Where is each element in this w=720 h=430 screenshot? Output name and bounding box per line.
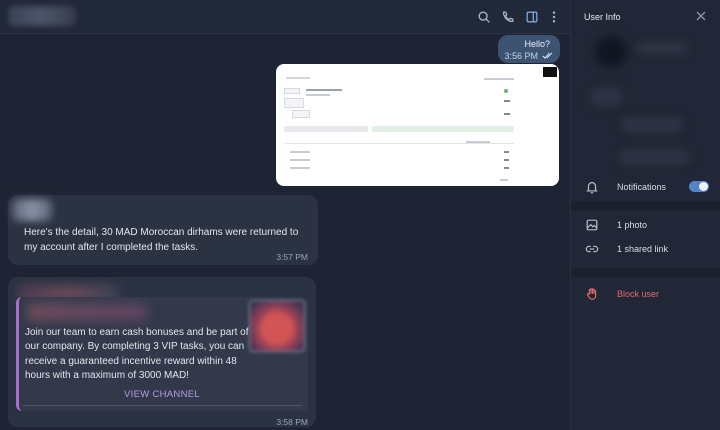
screenshot-image-message[interactable] xyxy=(276,64,559,186)
message-time: 3:57 PM xyxy=(276,252,308,262)
doc-button xyxy=(372,126,514,132)
doc-box xyxy=(284,88,300,94)
doc-line xyxy=(306,94,330,96)
doc-line xyxy=(504,167,509,169)
chat-name-blurred[interactable] xyxy=(8,6,76,26)
doc-line xyxy=(290,159,310,161)
phone-icon[interactable] xyxy=(499,8,517,26)
shared-links-label: 1 shared link xyxy=(617,244,669,254)
sender-name-blurred xyxy=(12,199,52,221)
close-icon[interactable] xyxy=(695,10,707,22)
doc-line xyxy=(290,151,310,153)
section-divider xyxy=(571,201,720,210)
doc-line xyxy=(504,159,509,161)
user-info-panel: User Info Notifications 1 photo 1 shared… xyxy=(570,0,720,430)
doc-box xyxy=(284,98,304,108)
bell-icon xyxy=(586,182,598,194)
info-field-blurred xyxy=(619,150,689,164)
doc-box xyxy=(292,110,310,118)
outgoing-message[interactable]: Hello? 3:56 PM xyxy=(498,35,560,63)
notifications-label: Notifications xyxy=(617,182,667,192)
info-field-blurred xyxy=(591,88,621,106)
notifications-toggle[interactable] xyxy=(689,181,709,192)
shared-links-row[interactable]: 1 shared link xyxy=(585,240,715,258)
doc-line xyxy=(504,151,509,153)
user-name-blurred xyxy=(637,42,687,54)
message-text: Hello? xyxy=(524,39,550,49)
avatar-blurred[interactable] xyxy=(595,36,627,68)
more-vertical-icon[interactable] xyxy=(545,8,563,26)
section-divider xyxy=(571,268,720,277)
doc-line xyxy=(500,179,508,181)
read-checkmarks-icon xyxy=(542,52,553,59)
doc-line xyxy=(290,167,310,169)
incoming-channel-message[interactable]: Join our team to earn cash bonuses and b… xyxy=(8,277,316,427)
doc-dot xyxy=(504,89,508,93)
doc-line xyxy=(504,113,510,115)
message-time: 3:56 PM xyxy=(504,51,538,61)
doc-line xyxy=(306,89,342,91)
document-image-corner xyxy=(543,67,557,77)
search-icon[interactable] xyxy=(475,8,493,26)
doc-line xyxy=(286,77,310,79)
view-channel-button[interactable]: VIEW CHANNEL xyxy=(16,389,308,405)
incoming-message[interactable]: Here's the detail, 30 MAD Moroccan dirha… xyxy=(8,195,318,265)
preview-title-blurred xyxy=(27,303,147,321)
doc-line xyxy=(466,141,490,143)
doc-line xyxy=(484,78,514,80)
block-user-row[interactable]: Block user xyxy=(585,285,715,303)
chat-area: Hello? 3:56 PM Here's the detail, 30 MAD… xyxy=(0,0,570,430)
block-user-label: Block user xyxy=(617,289,660,299)
toggle-knob xyxy=(699,182,708,191)
message-time: 3:58 PM xyxy=(276,417,308,427)
photos-label: 1 photo xyxy=(617,220,648,230)
doc-line xyxy=(504,100,510,102)
message-text: Here's the detail, 30 MAD Moroccan dirha… xyxy=(24,227,299,253)
chat-header xyxy=(0,0,570,34)
doc-divider xyxy=(284,143,514,144)
preview-text: Join our team to earn cash bonuses and b… xyxy=(25,327,249,382)
photos-row[interactable]: 1 photo xyxy=(585,216,715,234)
info-field-blurred xyxy=(621,118,683,132)
sidebar-toggle-icon[interactable] xyxy=(523,8,541,26)
link-icon xyxy=(585,245,599,253)
photo-icon xyxy=(586,219,598,231)
hand-stop-icon xyxy=(586,288,597,300)
panel-title: User Info xyxy=(584,12,621,22)
preview-thumbnail[interactable] xyxy=(249,300,305,352)
preview-divider xyxy=(23,405,302,406)
doc-button xyxy=(284,126,368,132)
